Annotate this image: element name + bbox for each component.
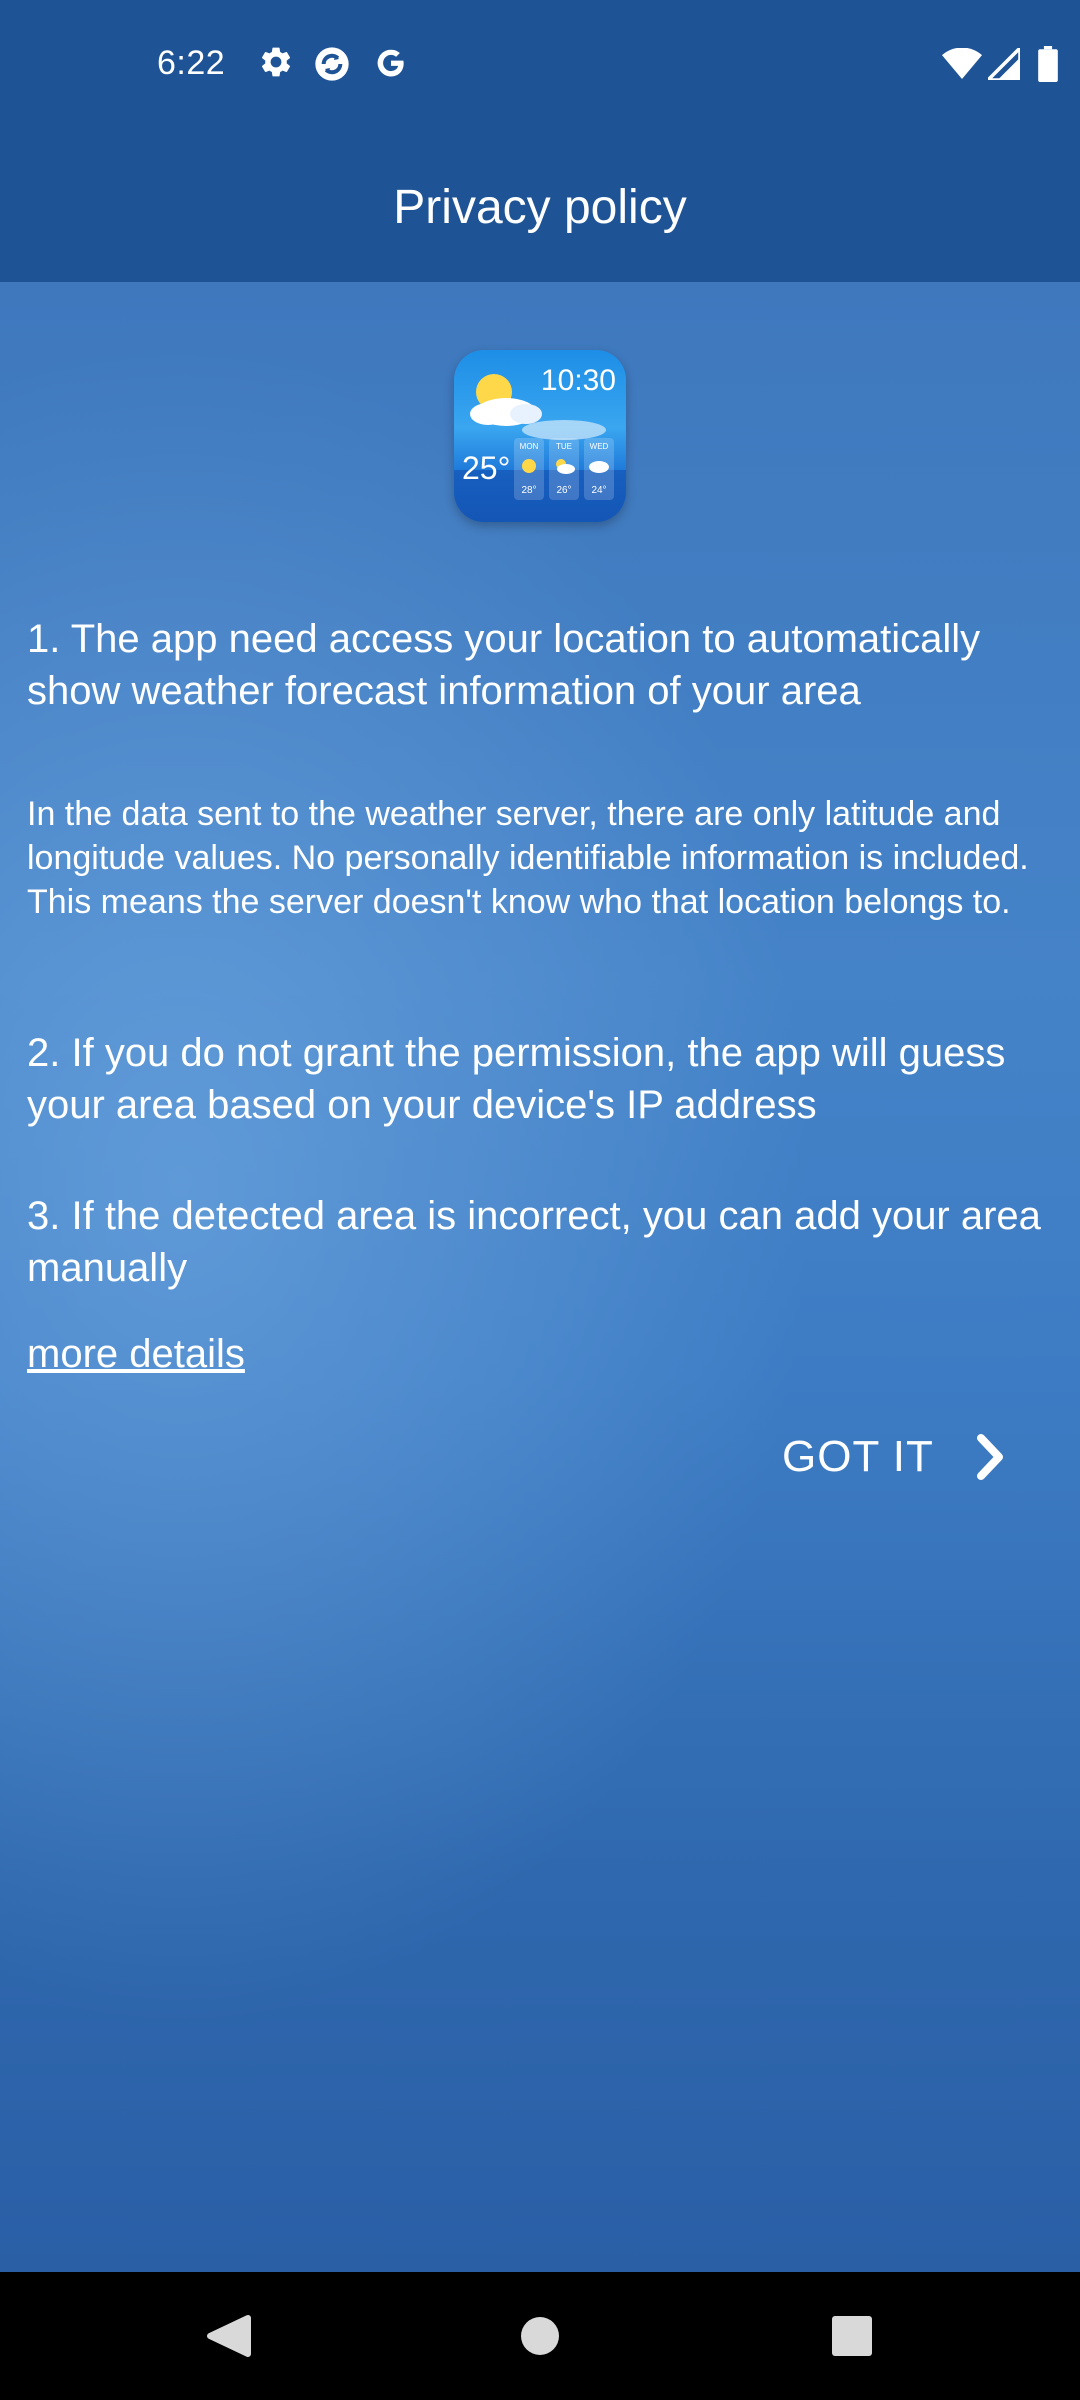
icon-day-name: TUE <box>556 442 572 451</box>
app-bar: Privacy policy <box>0 134 1080 282</box>
icon-day-temp: 28° <box>521 485 537 496</box>
page-title: Privacy policy <box>393 181 687 234</box>
more-details-link[interactable]: more details <box>27 1332 245 1377</box>
policy-point-1-detail: In the data sent to the weather server, … <box>27 795 1029 921</box>
icon-day-card: WED 24° <box>584 438 614 500</box>
navigation-bar <box>0 2272 1080 2400</box>
google-icon <box>372 44 410 87</box>
icon-day-card: MON 28° <box>514 438 544 500</box>
home-icon[interactable] <box>500 2296 580 2376</box>
wifi-icon <box>942 47 982 85</box>
icon-time-text: 10:30 <box>540 364 616 397</box>
sun-icon <box>522 459 536 473</box>
cloud-icon <box>589 461 609 473</box>
icon-day-temp: 24° <box>591 485 607 496</box>
app-logo: 10:30 25° MON 28° TUE 26° WED 24° <box>454 350 626 522</box>
status-time: 6:22 <box>157 44 226 82</box>
sync-app-icon <box>312 44 352 89</box>
icon-day-card: TUE 26° <box>549 438 579 500</box>
icon-temperature-text: 25° <box>462 450 511 486</box>
recents-icon[interactable] <box>812 2296 892 2376</box>
icon-day-name: WED <box>589 442 609 451</box>
icon-day-name: MON <box>519 442 539 451</box>
got-it-label: GOT IT <box>782 1432 934 1481</box>
signal-icon <box>983 43 1022 85</box>
icon-day-temp: 26° <box>556 485 572 496</box>
back-icon[interactable] <box>186 2296 266 2376</box>
partly-cloudy-icon <box>556 459 575 474</box>
battery-icon <box>1038 46 1058 87</box>
policy-point-3: 3. If the detected area is incorrect, yo… <box>27 1194 1041 1290</box>
chevron-right-icon <box>974 1433 1006 1481</box>
policy-point-1: 1. The app need access your location to … <box>27 617 981 713</box>
privacy-content: 10:30 25° MON 28° TUE 26° WED 24° 1. The… <box>0 282 1080 2272</box>
got-it-button[interactable]: GOT IT <box>770 1402 1030 1512</box>
policy-point-2: 2. If you do not grant the permission, t… <box>27 1031 1006 1127</box>
status-bar: 6:22 <box>0 0 1080 134</box>
gear-icon <box>258 44 294 85</box>
